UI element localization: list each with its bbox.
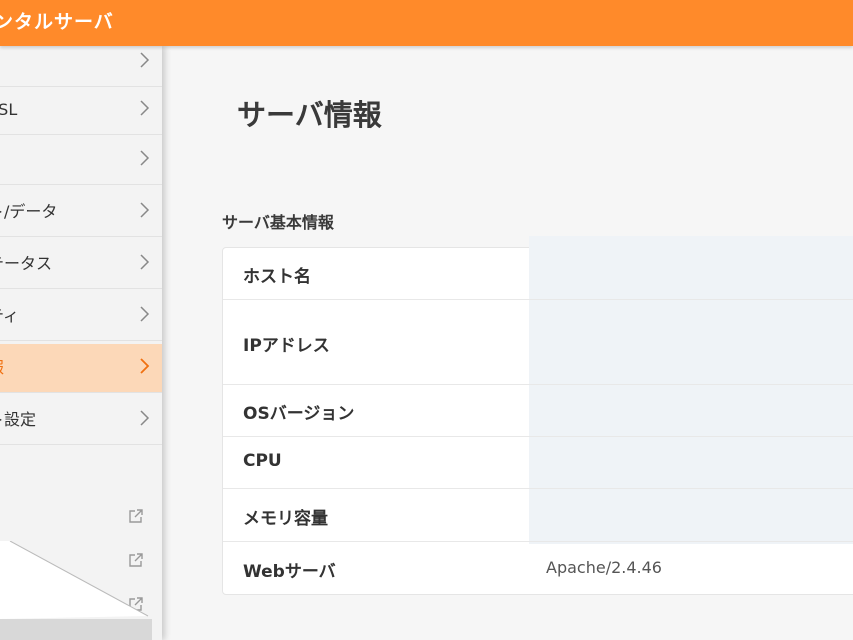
- callout-overlay: [0, 541, 152, 640]
- chevron-right-icon: [140, 52, 150, 68]
- sidebar-item-label: ト/データ: [0, 202, 58, 221]
- row-key: CPU: [243, 451, 282, 471]
- section-title: サーバ基本情報: [222, 213, 334, 232]
- table-row: メモリ容量: [223, 489, 853, 542]
- table-row: CPU: [223, 437, 853, 489]
- chevron-right-icon: [140, 254, 150, 270]
- main-content: サーバ情報 サーバ基本情報 ホスト名 IPアドレス OSバージョン CPU メモ…: [162, 46, 853, 640]
- sidebar-item-3[interactable]: [0, 136, 162, 185]
- server-info-card: ホスト名 IPアドレス OSバージョン CPU メモリ容量 Webサーバ Apa…: [222, 236, 853, 595]
- page-title: サーバ情報: [237, 98, 382, 132]
- sidebar-item-server-info[interactable]: 報: [0, 344, 162, 393]
- sidebar-item-settings[interactable]: ト設定: [0, 396, 162, 445]
- sidebar: SSL ト/データ テータス ティ 報 ト設定: [0, 46, 162, 640]
- row-value: Apache/2.4.46: [546, 558, 662, 577]
- sidebar-item-ssl[interactable]: SSL: [0, 86, 162, 135]
- sidebar-item-data[interactable]: ト/データ: [0, 188, 162, 237]
- row-key: OSバージョン: [243, 404, 355, 424]
- sidebar-item-label: ト設定: [0, 410, 37, 429]
- table-row: Webサーバ Apache/2.4.46: [223, 542, 853, 594]
- sidebar-item-security[interactable]: ティ: [0, 292, 162, 341]
- sidebar-item-label: 報: [0, 344, 4, 392]
- table-row: IPアドレス: [223, 300, 853, 385]
- table-row: OSバージョン: [223, 385, 853, 437]
- app-header: ンタルサーバ: [0, 0, 853, 46]
- row-key: Webサーバ: [243, 562, 336, 582]
- sidebar-item-1[interactable]: [0, 46, 162, 87]
- sidebar-item-label: ティ: [0, 306, 20, 325]
- external-link-1[interactable]: [0, 496, 162, 536]
- row-key: ホスト名: [243, 267, 311, 287]
- chevron-right-icon: [140, 410, 150, 426]
- chevron-right-icon: [140, 100, 150, 116]
- chevron-right-icon: [140, 358, 150, 374]
- chevron-right-icon: [140, 202, 150, 218]
- chevron-right-icon: [140, 306, 150, 322]
- sidebar-item-label: SSL: [0, 100, 18, 119]
- row-key: メモリ容量: [243, 509, 328, 529]
- table-row: ホスト名: [223, 248, 853, 300]
- external-link-icon: [129, 509, 143, 523]
- sidebar-item-status[interactable]: テータス: [0, 240, 162, 289]
- chevron-right-icon: [140, 150, 150, 166]
- row-key: IPアドレス: [243, 336, 330, 356]
- brand-title[interactable]: ンタルサーバ: [0, 0, 114, 46]
- sidebar-item-label: テータス: [0, 254, 53, 273]
